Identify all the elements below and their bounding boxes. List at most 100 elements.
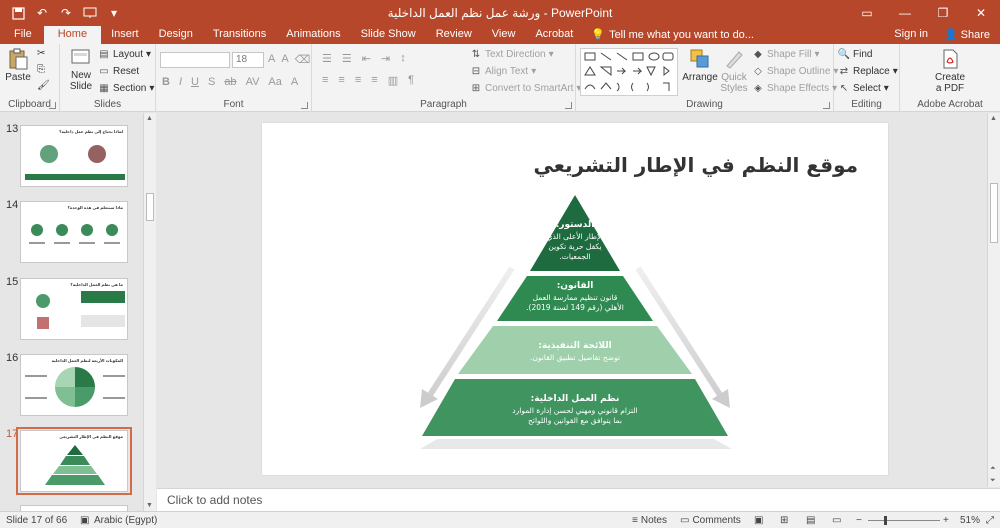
minimize-button[interactable]: —: [886, 0, 924, 26]
numbering-icon[interactable]: ☰: [342, 52, 352, 65]
slide-thumbnail-16[interactable]: المكونات الأربعة لنظم العمل الداخلية: [20, 354, 128, 416]
font-name-box[interactable]: [160, 52, 230, 68]
spellcheck-icon[interactable]: ▣: [80, 515, 89, 526]
paste-button[interactable]: Paste: [5, 48, 31, 83]
slide-thumbnail-15[interactable]: ما هي نظم العمل الداخلية؟: [20, 278, 128, 340]
align-left-icon[interactable]: ≡: [322, 74, 328, 87]
share-button[interactable]: 👤 Share: [944, 26, 990, 44]
tab-slide-show[interactable]: Slide Show: [351, 26, 426, 44]
bullets-icon[interactable]: ☰: [322, 52, 332, 65]
cut-icon[interactable]: ✂: [37, 48, 45, 59]
decrease-indent-icon[interactable]: ⇤: [362, 52, 371, 65]
slide-thumbnail-17[interactable]: موقع النظم في الإطار التشريعي: [20, 430, 128, 492]
layout-button[interactable]: ▤ Layout ▾: [98, 48, 151, 60]
columns-icon[interactable]: ▥: [388, 74, 398, 87]
level-1-text[interactable]: الدستور: الإطار الأعلى الذي يكفل حرية تك…: [530, 220, 620, 262]
tab-home[interactable]: Home: [43, 26, 102, 44]
customize-qat-icon[interactable]: ▾: [106, 5, 122, 21]
arrange-button[interactable]: Arrange: [682, 48, 718, 83]
font-color-icon[interactable]: A: [291, 76, 298, 88]
zoom-in-icon[interactable]: +: [943, 515, 949, 526]
zoom-out-icon[interactable]: −: [856, 515, 862, 526]
rtl-icon[interactable]: ¶: [408, 74, 414, 87]
tab-review[interactable]: Review: [426, 26, 482, 44]
comments-toggle[interactable]: ▭ Comments: [680, 515, 741, 526]
section-button[interactable]: ▦ Section ▾: [98, 82, 154, 94]
tab-file[interactable]: File: [0, 26, 44, 44]
decrease-font-icon[interactable]: A: [281, 53, 288, 66]
line-spacing-icon[interactable]: ↕: [400, 52, 406, 65]
align-center-icon[interactable]: ≡: [338, 74, 344, 87]
sign-in-link[interactable]: Sign in: [894, 26, 928, 44]
tab-view[interactable]: View: [482, 26, 526, 44]
slide-thumbnail-14[interactable]: ماذا سنتعلم في هذه الوحدة؟: [20, 201, 128, 263]
undo-icon[interactable]: ↶: [34, 5, 50, 21]
reading-view-icon[interactable]: ▤: [806, 515, 815, 526]
align-text-button[interactable]: ⊟ Align Text ▾: [470, 65, 536, 77]
tab-design[interactable]: Design: [149, 26, 203, 44]
justify-icon[interactable]: ≡: [371, 74, 377, 87]
slideshow-start-icon[interactable]: [82, 5, 98, 21]
slide-thumbnail-13[interactable]: لماذا نحتاج إلى نظم عمل داخلية؟: [20, 125, 128, 187]
reset-button[interactable]: ▭ Reset: [98, 65, 139, 77]
quick-styles-button[interactable]: Quick Styles: [718, 48, 750, 94]
create-pdf-button[interactable]: Create a PDF: [930, 48, 970, 94]
copy-icon[interactable]: ⎘: [37, 64, 45, 75]
zoom-level[interactable]: 51%: [960, 515, 980, 526]
clear-format-icon[interactable]: ⌫: [295, 53, 311, 66]
level-3-text[interactable]: اللائحة التنفيذية: توضح تفاصيل تطبيق الق…: [495, 341, 655, 363]
redo-icon[interactable]: ↷: [58, 5, 74, 21]
select-button[interactable]: ↖ Select ▾: [838, 82, 889, 94]
next-slide-icon[interactable]: ⏷: [990, 477, 996, 485]
italic-icon[interactable]: I: [179, 76, 182, 88]
current-slide[interactable]: موقع النظم في الإطار التشريعي الدستور: ا…: [262, 123, 888, 475]
font-dialog-launcher[interactable]: [301, 102, 308, 109]
tab-acrobat[interactable]: Acrobat: [525, 26, 583, 44]
find-button[interactable]: 🔍 Find: [838, 48, 873, 60]
scroll-down-icon[interactable]: ▼: [146, 502, 153, 509]
bold-icon[interactable]: B: [162, 76, 170, 88]
clipboard-dialog-launcher[interactable]: [49, 102, 56, 109]
thumbnails-scroll-thumb[interactable]: [146, 193, 154, 221]
tab-transitions[interactable]: Transitions: [203, 26, 276, 44]
normal-view-icon[interactable]: ▣: [754, 515, 763, 526]
zoom-slider[interactable]: [868, 520, 940, 521]
restore-button[interactable]: ❐: [924, 0, 962, 26]
convert-smartart-button[interactable]: ⊞ Convert to SmartArt ▾: [470, 82, 582, 94]
slide-sorter-icon[interactable]: ⊞: [780, 515, 788, 526]
tell-me-box[interactable]: 💡 Tell me what you want to do...: [583, 26, 762, 44]
language-indicator[interactable]: Arabic (Egypt): [94, 515, 157, 526]
save-icon[interactable]: [10, 5, 26, 21]
notes-toggle[interactable]: ≡ Notes: [632, 515, 667, 526]
slideshow-view-icon[interactable]: ▭: [832, 515, 841, 526]
shape-outline-button[interactable]: ◇ Shape Outline ▾: [752, 65, 838, 77]
ribbon-display-options-icon[interactable]: ▭: [848, 0, 886, 26]
zoom-slider-handle[interactable]: [884, 516, 887, 525]
strikethrough-icon[interactable]: ab: [224, 76, 236, 88]
char-spacing-icon[interactable]: AV: [246, 76, 260, 88]
paragraph-dialog-launcher[interactable]: [565, 102, 572, 109]
notes-pane[interactable]: Click to add notes: [157, 488, 1000, 511]
shadow-icon[interactable]: S: [208, 76, 215, 88]
text-direction-button[interactable]: ⇅ Text Direction ▾: [470, 48, 554, 60]
previous-slide-icon[interactable]: ⏶: [990, 465, 996, 473]
tab-insert[interactable]: Insert: [101, 26, 149, 44]
shape-effects-button[interactable]: ◈ Shape Effects ▾: [752, 82, 837, 94]
font-size-box[interactable]: 18: [232, 52, 264, 68]
drawing-dialog-launcher[interactable]: [823, 102, 830, 109]
slide-scroll-thumb[interactable]: [990, 183, 998, 243]
replace-button[interactable]: ⇄ Replace ▾: [838, 65, 898, 77]
format-painter-icon[interactable]: 🖌: [37, 80, 50, 91]
increase-indent-icon[interactable]: ⇥: [381, 52, 390, 65]
level-2-text[interactable]: القانون: قانون تنظيم ممارسة العمل الأهلي…: [507, 281, 643, 313]
close-button[interactable]: ✕: [962, 0, 1000, 26]
new-slide-button[interactable]: New Slide: [66, 46, 96, 92]
fit-to-window-icon[interactable]: ⤢: [986, 515, 994, 526]
scroll-up-icon[interactable]: ▲: [146, 115, 153, 122]
tab-animations[interactable]: Animations: [276, 26, 350, 44]
align-right-icon[interactable]: ≡: [355, 74, 361, 87]
increase-font-icon[interactable]: A: [268, 53, 275, 66]
underline-icon[interactable]: U: [191, 76, 199, 88]
thumbnails-scrollbar[interactable]: ▲ ▼: [143, 113, 156, 511]
change-case-icon[interactable]: Aa: [268, 76, 281, 88]
